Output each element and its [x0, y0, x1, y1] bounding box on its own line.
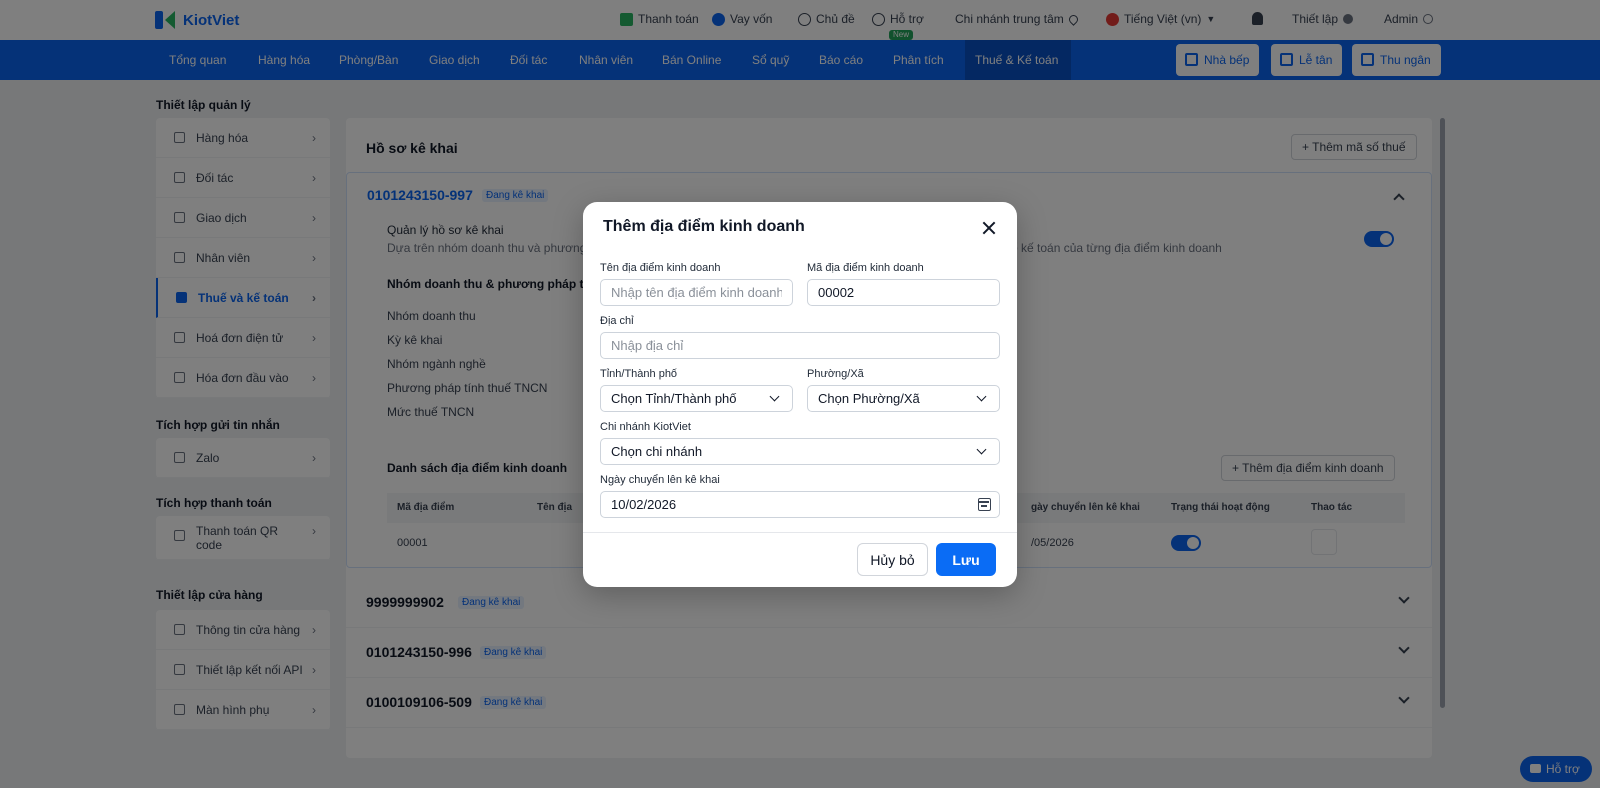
modal-title: Thêm địa điểm kinh doanh	[603, 218, 805, 235]
save-button[interactable]: Lưu	[936, 543, 996, 576]
close-icon[interactable]	[979, 218, 999, 238]
province-value: Chọn Tỉnh/Thành phố	[611, 391, 737, 406]
branch-value: Chọn chi nhánh	[611, 444, 703, 459]
modal-divider	[583, 532, 1017, 533]
branch-label: Chi nhánh KiotViet	[600, 421, 691, 433]
location-code-input[interactable]	[807, 279, 1000, 306]
location-code-label: Mã địa điểm kinh doanh	[807, 262, 924, 274]
cancel-button[interactable]: Hủy bỏ	[857, 543, 928, 576]
declare-date-input[interactable]: 10/02/2026	[600, 491, 1000, 518]
province-select[interactable]: Chọn Tỉnh/Thành phố	[600, 385, 793, 412]
location-name-label: Tên địa điểm kinh doanh	[600, 262, 721, 274]
province-label: Tỉnh/Thành phố	[600, 368, 678, 380]
calendar-icon[interactable]	[978, 498, 991, 511]
add-location-modal: Thêm địa điểm kinh doanh Tên địa điểm ki…	[583, 202, 1017, 587]
location-name-input[interactable]	[600, 279, 793, 306]
declare-date-label: Ngày chuyển lên kê khai	[600, 474, 720, 486]
chevron-down-icon	[976, 444, 987, 455]
chevron-down-icon	[769, 391, 780, 402]
address-input[interactable]	[600, 332, 1000, 359]
ward-value: Chọn Phường/Xã	[818, 391, 920, 406]
address-label: Địa chỉ	[600, 315, 634, 327]
declare-date-value: 10/02/2026	[611, 497, 677, 512]
ward-select[interactable]: Chọn Phường/Xã	[807, 385, 1000, 412]
chevron-down-icon	[976, 391, 987, 402]
branch-select[interactable]: Chọn chi nhánh	[600, 438, 1000, 465]
ward-label: Phường/Xã	[807, 368, 864, 380]
